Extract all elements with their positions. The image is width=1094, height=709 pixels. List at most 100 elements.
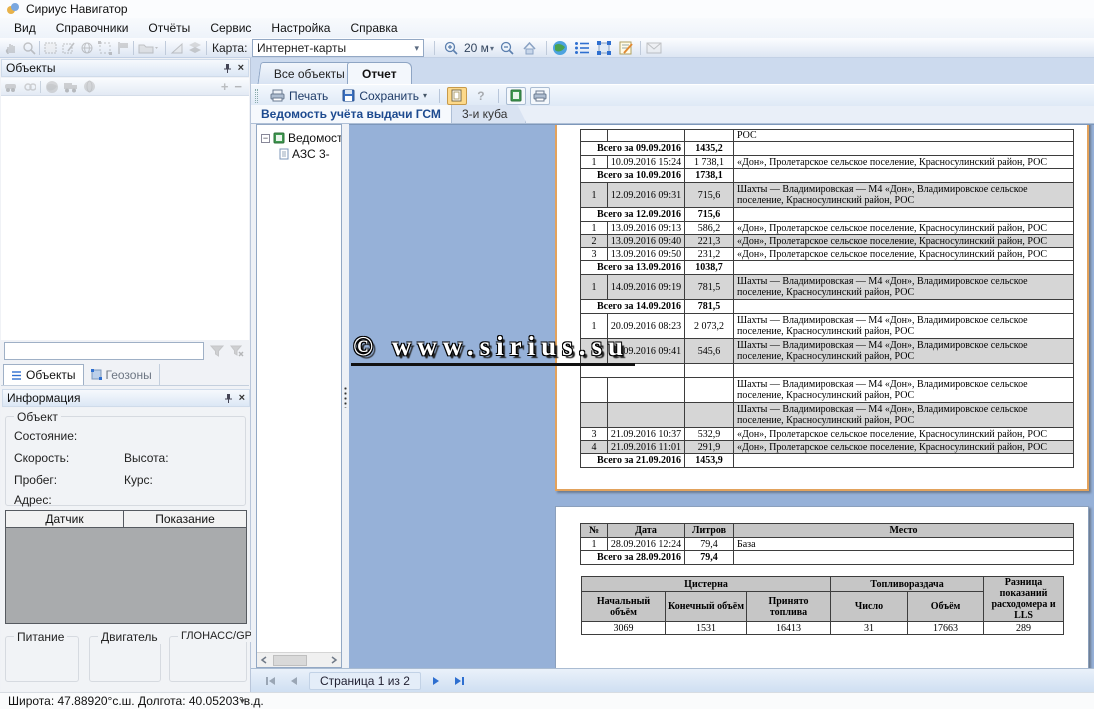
report-cell [581, 403, 608, 428]
close-icon[interactable]: × [238, 63, 244, 74]
tab-objects[interactable]: Объекты [3, 364, 84, 385]
menu-vid[interactable]: Вид [4, 19, 46, 37]
layers-icon[interactable] [188, 40, 202, 56]
report-row: 112.09.2016 09:31715,6Шахты — Владимиров… [581, 183, 1074, 208]
report-cell [581, 130, 608, 142]
zoom-scale-value[interactable]: 20 м [464, 40, 489, 56]
remove-object-icon[interactable]: − [234, 79, 242, 94]
tab-3i-kuba-label: 3-и куба [462, 107, 508, 121]
report-row: РОС [581, 130, 1074, 142]
home-icon[interactable] [522, 40, 537, 56]
marker-globe-icon[interactable] [83, 80, 96, 93]
globe-track-icon[interactable] [45, 80, 59, 94]
route-flag-icon[interactable] [116, 40, 130, 56]
pin-icon[interactable] [224, 393, 233, 404]
tab-vedomost-gsm[interactable]: Ведомость учёта выдачи ГСМ [251, 105, 452, 123]
status-dropdown-icon[interactable]: ▾ [240, 696, 245, 707]
add-object-icon[interactable]: + [221, 79, 229, 94]
reading-col-header: Показание [124, 511, 246, 527]
report-column-header: Принято топлива [747, 592, 831, 622]
last-page-button[interactable] [449, 672, 469, 690]
report-cell: 2 [581, 235, 608, 248]
report-cell [734, 454, 1074, 468]
first-page-button[interactable] [261, 672, 281, 690]
report-cell: 17663 [908, 622, 984, 635]
scroll-left-icon[interactable] [257, 653, 271, 667]
chevron-down-icon: ▾ [414, 43, 419, 54]
report-cell: «Дон», Пролетарское сельское поселение, … [734, 156, 1074, 169]
envelope-icon[interactable] [646, 40, 662, 56]
report-cell: 13.09.2016 09:13 [608, 222, 685, 235]
object-list-icon[interactable] [574, 40, 590, 56]
tree-horizontal-scrollbar[interactable] [257, 652, 341, 667]
report-page-2: №ДатаЛитровМесто128.09.2016 12:2479,4Баз… [555, 506, 1089, 668]
zoom-scale-caret-icon[interactable]: ▾ [490, 40, 494, 56]
objects-tree[interactable] [1, 96, 249, 340]
report-cell: 781,5 [685, 300, 734, 314]
height-label: Высота: [124, 451, 169, 465]
follow-icon[interactable] [24, 81, 36, 93]
scrollbar-thumb[interactable] [273, 655, 307, 666]
tab-3i-kuba[interactable]: 3-и куба [452, 105, 527, 123]
map-select[interactable]: Интернет-карты ▾ [252, 39, 424, 57]
help-button[interactable]: ? [471, 87, 491, 105]
scroll-right-icon[interactable] [327, 653, 341, 667]
info-panel-content: Объект Состояние: Скорость: Высота: Проб… [1, 408, 249, 691]
tree-splitter[interactable] [342, 124, 349, 668]
map-area-icon[interactable] [44, 40, 58, 56]
globe-small-icon[interactable] [80, 40, 94, 56]
report-preview[interactable]: РОСВсего за 09.09.20161435,2110.09.2016 … [349, 124, 1094, 668]
tab-geozones[interactable]: Геозоны [84, 364, 160, 385]
tab-report[interactable]: Отчет [347, 62, 412, 84]
main-toolbar: Карта: Интернет-карты ▾ 20 м ▾ [0, 38, 1094, 58]
menu-otchety[interactable]: Отчёты [138, 19, 200, 37]
save-button[interactable]: Сохранить ▾ [337, 88, 432, 104]
vehicle-add-icon[interactable] [4, 81, 20, 93]
close-icon[interactable]: × [239, 393, 245, 404]
menu-spravochniki[interactable]: Справочники [46, 19, 139, 37]
filter-clear-icon[interactable] [230, 345, 244, 357]
menu-spravka[interactable]: Справка [340, 19, 407, 37]
previous-page-button[interactable] [284, 672, 304, 690]
menu-servis[interactable]: Сервис [200, 19, 261, 37]
pin-icon[interactable] [223, 63, 232, 74]
tab-all-objects[interactable]: Все объекты [257, 62, 361, 84]
info-panel-header: Информация × [2, 389, 250, 407]
report-row [581, 364, 1074, 378]
report-cell [685, 364, 734, 378]
folder-dropdown-icon[interactable] [138, 40, 160, 56]
page-navigation-bar: Страница 1 из 2 [251, 668, 1094, 692]
ruler-triangle-icon[interactable] [170, 40, 184, 56]
print-setup-button[interactable] [530, 87, 550, 105]
export-book-button[interactable] [506, 87, 526, 105]
select-rect-icon[interactable] [98, 40, 112, 56]
globe-icon[interactable] [552, 40, 568, 56]
tree-collapse-icon[interactable]: − [261, 134, 270, 143]
toolbar-grip[interactable] [255, 89, 258, 103]
menu-nastroyka[interactable]: Настройка [261, 19, 340, 37]
geozone-rect-icon[interactable] [596, 40, 612, 56]
zoom-in-icon[interactable] [444, 40, 459, 56]
page-indicator: Страница 1 из 2 [309, 672, 421, 690]
next-page-button[interactable] [426, 672, 446, 690]
map-edit-icon[interactable] [62, 40, 76, 56]
print-button[interactable]: Печать [265, 88, 333, 104]
list-icon [11, 370, 22, 381]
objects-panel-header: Объекты × [1, 59, 249, 77]
objects-filter-input[interactable] [4, 342, 204, 360]
tree-node-azs[interactable]: АЗС 3- [279, 147, 330, 161]
tree-node-vedomost[interactable]: − Ведомость [261, 131, 342, 145]
pan-hand-icon[interactable] [4, 40, 18, 56]
report-row: 313.09.2016 09:50231,2«Дон», Пролетарско… [581, 248, 1074, 261]
report-cell: 1 [581, 275, 608, 300]
report-cell: 1 [581, 538, 608, 551]
zoom-out-icon[interactable] [500, 40, 515, 56]
notes-edit-icon[interactable] [618, 40, 634, 56]
filter-icon[interactable] [210, 345, 224, 357]
zoom-select-icon[interactable] [22, 40, 36, 56]
page-view-toggle-button[interactable] [447, 87, 467, 105]
left-tab-strip: Объекты Геозоны [1, 362, 249, 386]
report-cell [734, 364, 1074, 378]
save-dropdown-icon[interactable]: ▾ [423, 91, 427, 100]
truck-icon[interactable] [63, 81, 79, 93]
